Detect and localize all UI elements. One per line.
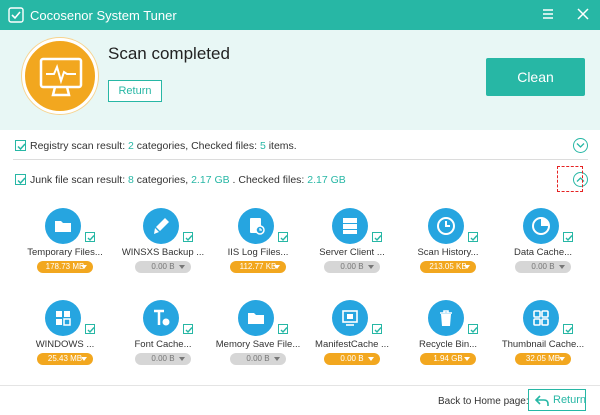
expand-chevron-icon[interactable] xyxy=(573,138,588,153)
menu-icon[interactable] xyxy=(540,6,556,22)
category-icon-circle xyxy=(238,300,274,336)
clock-icon xyxy=(437,217,455,235)
category-size-dropdown[interactable]: 0.00 B xyxy=(324,353,380,365)
category-label: Memory Save File... xyxy=(215,339,301,350)
junk-category-item[interactable]: IIS Log Files... 112.77 KB xyxy=(218,208,298,288)
font-icon xyxy=(154,309,170,326)
return-home-button[interactable]: Return xyxy=(528,389,586,411)
category-checkbox[interactable] xyxy=(183,324,193,334)
category-size-dropdown[interactable]: 0.00 B xyxy=(230,353,286,365)
category-checkbox[interactable] xyxy=(563,232,573,242)
category-label: Thumbnail Cache... xyxy=(501,339,585,350)
category-icon-circle xyxy=(428,208,464,244)
thumbnail-grid-icon xyxy=(533,310,549,326)
windows-icon xyxy=(56,311,71,326)
recycle-bin-icon xyxy=(440,310,452,326)
folder-icon xyxy=(248,313,264,324)
registry-checkbox[interactable] xyxy=(15,140,26,151)
category-icon-circle xyxy=(332,208,368,244)
brush-icon xyxy=(154,218,169,234)
category-label: Scan History... xyxy=(417,247,479,258)
category-label: IIS Log Files... xyxy=(227,247,289,258)
category-icon-circle xyxy=(523,208,559,244)
category-checkbox[interactable] xyxy=(372,232,382,242)
category-icon-circle xyxy=(523,300,559,336)
category-icon-circle xyxy=(45,300,81,336)
category-label: Font Cache... xyxy=(134,339,192,350)
category-label: Temporary Files... xyxy=(27,247,103,258)
clean-button[interactable]: Clean xyxy=(486,58,585,96)
log-file-icon xyxy=(250,218,265,235)
monitor-badge xyxy=(22,38,98,114)
return-button[interactable]: Return xyxy=(108,80,162,102)
scan-header: Scan completed Return Clean xyxy=(0,30,600,130)
junk-category-item[interactable]: Memory Save File... 0.00 B xyxy=(216,300,300,380)
category-size-dropdown[interactable]: 213.05 KB xyxy=(420,261,476,273)
category-checkbox[interactable] xyxy=(372,324,382,334)
category-label: WINSXS Backup ... xyxy=(121,247,205,258)
highlight-box xyxy=(557,166,583,192)
registry-result-text: Registry scan result: 2 categories, Chec… xyxy=(30,140,297,152)
junk-category-item[interactable]: Font Cache... 0.00 B xyxy=(123,300,203,380)
category-size-dropdown[interactable]: 112.77 KB xyxy=(230,261,286,273)
category-checkbox[interactable] xyxy=(183,232,193,242)
scan-status-title: Scan completed xyxy=(108,44,230,63)
junk-category-item[interactable]: WINDOWS ... 25.43 MB xyxy=(25,300,105,380)
category-icon-circle xyxy=(238,208,274,244)
window-title: Cocosenor System Tuner xyxy=(30,8,177,23)
category-checkbox[interactable] xyxy=(468,232,478,242)
category-checkbox[interactable] xyxy=(85,324,95,334)
category-size-dropdown[interactable]: 32.05 MB xyxy=(515,353,571,365)
category-checkbox[interactable] xyxy=(85,232,95,242)
app-logo-icon xyxy=(8,7,24,23)
junk-result-row: Junk file scan result: 8 categories, 2.1… xyxy=(13,168,588,194)
category-icon-circle xyxy=(428,300,464,336)
category-checkbox[interactable] xyxy=(278,232,288,242)
windows-logo-icon xyxy=(342,310,358,326)
junk-category-item[interactable]: WINSXS Backup ... 0.00 B xyxy=(122,208,204,288)
pie-icon xyxy=(532,217,550,235)
category-size-dropdown[interactable]: 25.43 MB xyxy=(37,353,93,365)
junk-category-item[interactable]: Scan History... 213.05 KB xyxy=(408,208,488,288)
junk-category-item[interactable]: Thumbnail Cache... 32.05 MB xyxy=(502,300,584,380)
folder-icon xyxy=(55,221,71,232)
junk-category-item[interactable]: Server Client ... 0.00 B xyxy=(312,208,392,288)
category-label: WINDOWS ... xyxy=(35,339,95,350)
category-icon-circle xyxy=(332,300,368,336)
category-icon-circle xyxy=(143,300,179,336)
category-size-dropdown[interactable]: 0.00 B xyxy=(324,261,380,273)
return-arrow-icon xyxy=(535,395,549,406)
category-checkbox[interactable] xyxy=(563,324,573,334)
return-home-label: Return xyxy=(553,394,587,406)
category-checkbox[interactable] xyxy=(278,324,288,334)
footer: Back to Home page: Return xyxy=(0,385,600,415)
title-bar: Cocosenor System Tuner xyxy=(0,0,600,30)
category-icon-circle xyxy=(143,208,179,244)
category-label: ManifestCache ... xyxy=(315,339,389,350)
close-icon[interactable] xyxy=(575,6,591,22)
junk-checkbox[interactable] xyxy=(15,174,26,185)
category-label: Data Cache... xyxy=(513,247,573,258)
junk-result-text: Junk file scan result: 8 categories, 2.1… xyxy=(30,174,346,186)
category-icon-circle xyxy=(45,208,81,244)
monitor-icon xyxy=(39,57,83,97)
junk-category-item[interactable]: Recycle Bin... 1.94 GB xyxy=(408,300,488,380)
category-label: Server Client ... xyxy=(319,247,385,258)
back-home-label: Back to Home page: xyxy=(438,396,529,407)
junk-category-item[interactable]: Temporary Files... 178.73 MB xyxy=(25,208,105,288)
registry-result-row: Registry scan result: 2 categories, Chec… xyxy=(13,134,588,160)
junk-category-item[interactable]: Data Cache... 0.00 B xyxy=(503,208,583,288)
category-size-dropdown[interactable]: 0.00 B xyxy=(135,353,191,365)
category-size-dropdown[interactable]: 178.73 MB xyxy=(37,261,93,273)
category-size-dropdown[interactable]: 0.00 B xyxy=(135,261,191,273)
category-label: Recycle Bin... xyxy=(418,339,478,350)
category-size-dropdown[interactable]: 1.94 GB xyxy=(420,353,476,365)
server-icon xyxy=(343,218,357,234)
category-size-dropdown[interactable]: 0.00 B xyxy=(515,261,571,273)
category-checkbox[interactable] xyxy=(468,324,478,334)
junk-category-item[interactable]: ManifestCache ... 0.00 B xyxy=(312,300,392,380)
